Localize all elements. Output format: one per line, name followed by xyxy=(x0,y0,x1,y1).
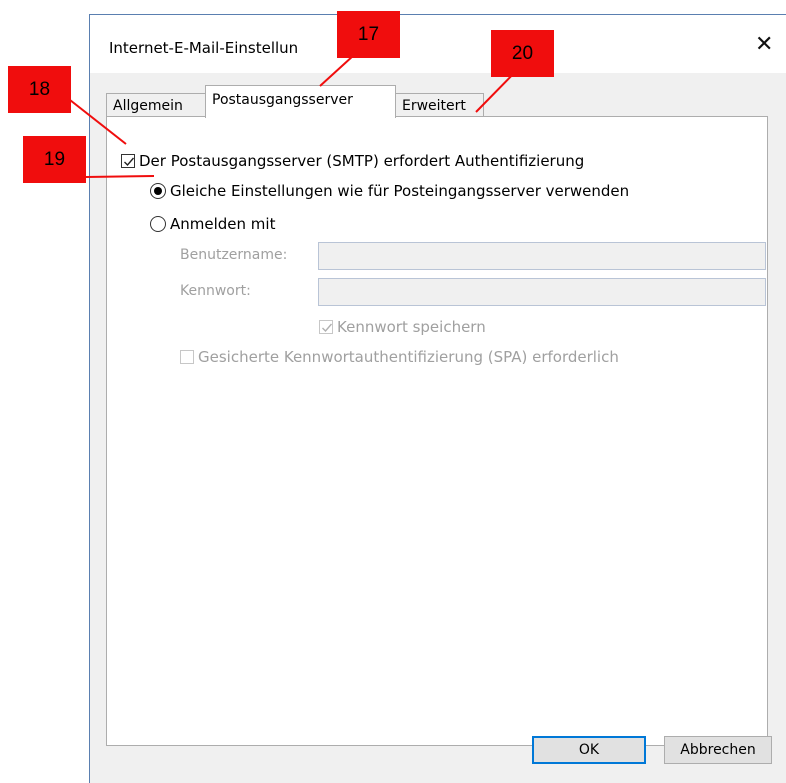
tab-label: Allgemein xyxy=(113,98,183,114)
login-with-radio-row[interactable]: Anmelden mit xyxy=(150,215,275,233)
save-password-checkbox[interactable] xyxy=(319,320,333,334)
annotation-marker-20: 20 xyxy=(491,30,554,77)
tab-allgemein[interactable]: Allgemein xyxy=(106,93,207,117)
tab-label: Erweitert xyxy=(402,98,466,114)
smtp-auth-label: Der Postausgangsserver (SMTP) erfordert … xyxy=(139,152,585,170)
smtp-auth-checkbox-row[interactable]: Der Postausgangsserver (SMTP) erfordert … xyxy=(121,152,584,170)
tab-label: Postausgangsserver xyxy=(212,92,353,108)
close-icon[interactable]: ✕ xyxy=(755,34,773,56)
window-title: Internet-E-Mail-Einstellun xyxy=(109,39,299,57)
password-input[interactable] xyxy=(318,278,766,306)
spa-checkbox[interactable] xyxy=(180,350,194,364)
login-with-label: Anmelden mit xyxy=(170,215,276,233)
spa-label: Gesicherte Kennwortauthentifizierung (SP… xyxy=(198,348,619,366)
annotation-marker-19: 19 xyxy=(23,136,86,183)
tab-erweitert[interactable]: Erweitert xyxy=(395,93,484,117)
spa-checkbox-row[interactable]: Gesicherte Kennwortauthentifizierung (SP… xyxy=(180,348,619,366)
annotation-marker-18: 18 xyxy=(8,66,71,113)
save-password-label: Kennwort speichern xyxy=(337,318,486,336)
tab-panel-postausgangsserver: Der Postausgangsserver (SMTP) erfordert … xyxy=(106,116,768,746)
smtp-auth-checkbox[interactable] xyxy=(121,154,135,168)
save-password-checkbox-row[interactable]: Kennwort speichern xyxy=(319,318,486,336)
password-label: Kennwort: xyxy=(180,283,251,299)
internet-email-settings-dialog: Internet-E-Mail-Einstellun ✕ Allgemein P… xyxy=(89,14,786,783)
same-settings-radio[interactable] xyxy=(150,183,166,199)
tab-postausgangsserver[interactable]: Postausgangsserver xyxy=(205,85,396,118)
annotation-marker-17: 17 xyxy=(337,11,400,58)
tab-strip: Allgemein Postausgangsserver Erweitert xyxy=(106,85,766,118)
background-window xyxy=(0,0,90,783)
username-input[interactable] xyxy=(318,242,766,270)
same-settings-radio-row[interactable]: Gleiche Einstellungen wie für Posteingan… xyxy=(150,182,629,200)
login-with-radio[interactable] xyxy=(150,216,166,232)
username-label: Benutzername: xyxy=(180,247,288,263)
ok-button[interactable]: OK xyxy=(532,736,646,764)
same-settings-label: Gleiche Einstellungen wie für Posteingan… xyxy=(170,182,630,200)
title-bar: Internet-E-Mail-Einstellun ✕ xyxy=(90,15,786,73)
cancel-button[interactable]: Abbrechen xyxy=(664,736,772,764)
radio-selected-dot xyxy=(154,187,162,195)
